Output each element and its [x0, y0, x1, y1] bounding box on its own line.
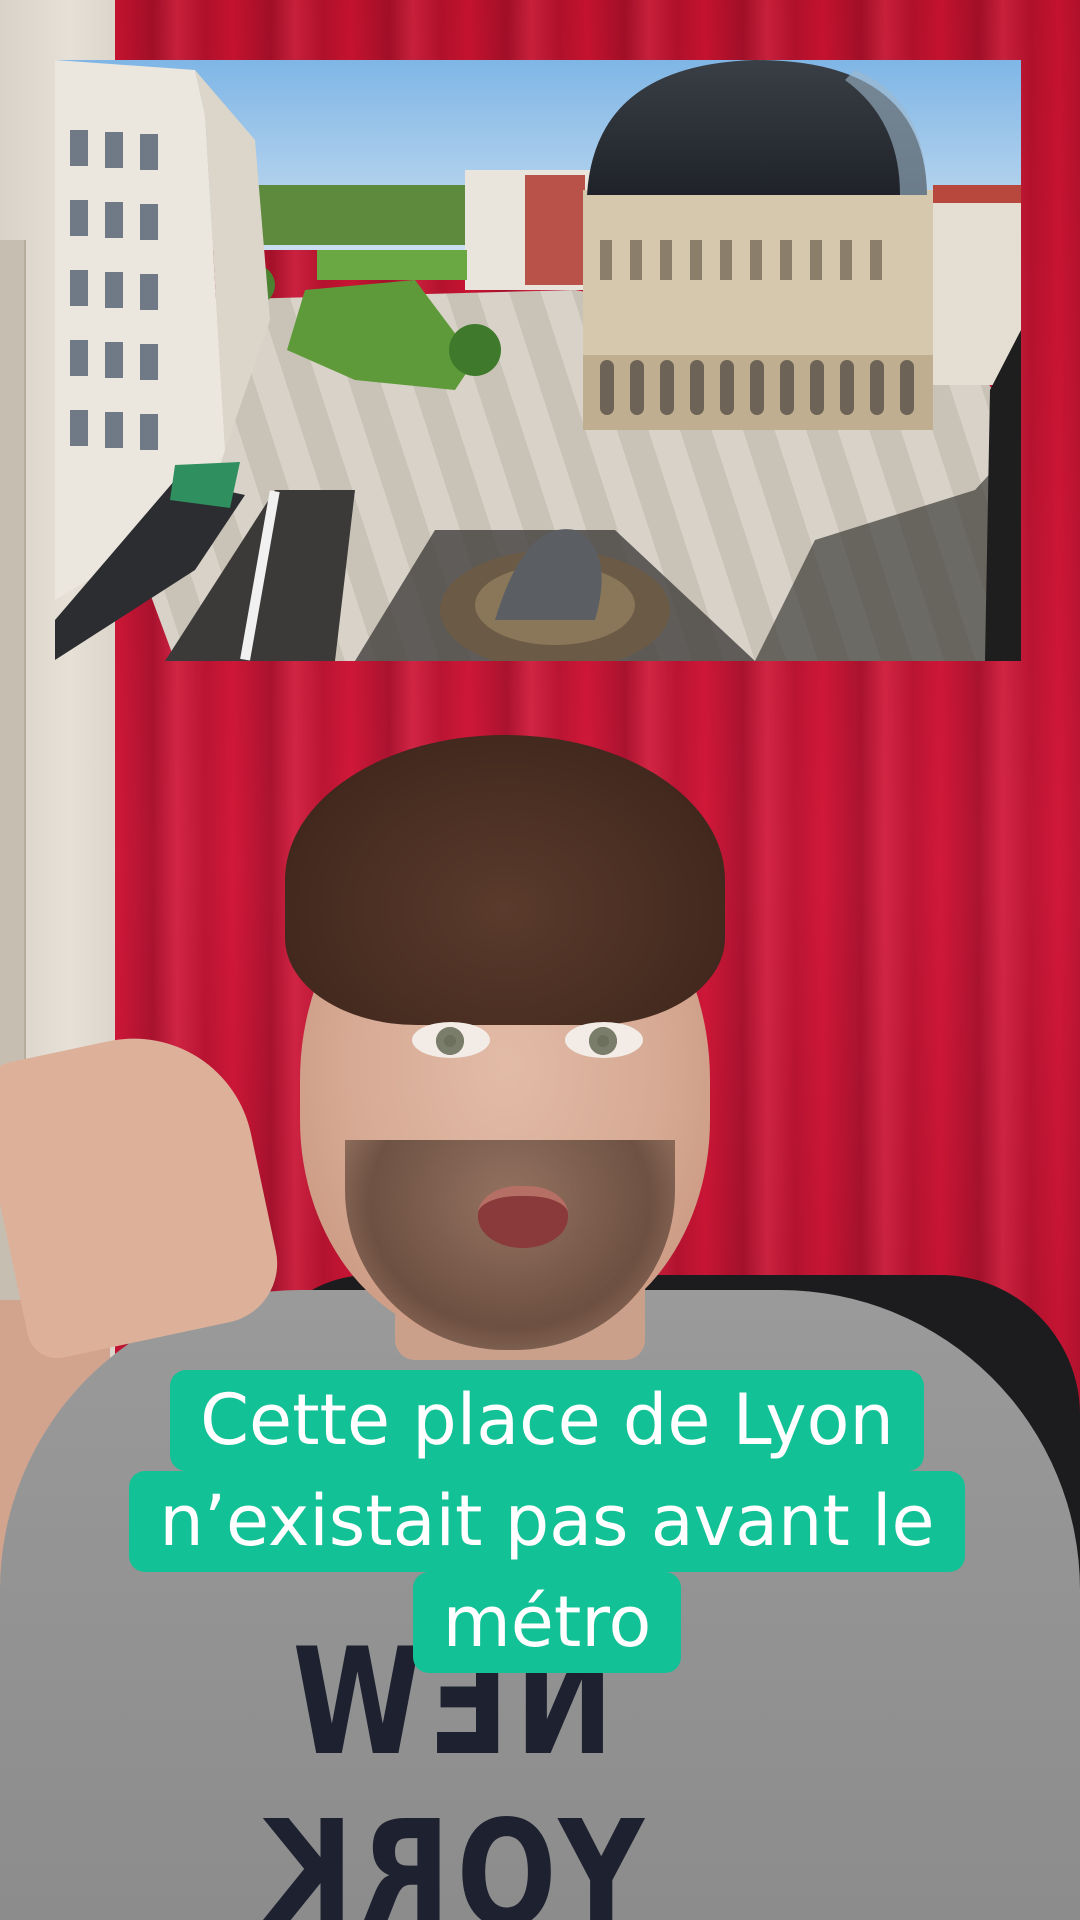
- caption: Cette place de Lyon n’existait pas avant…: [88, 1370, 1006, 1673]
- presenter-mouth: [478, 1186, 568, 1248]
- presenter-right-eye: [565, 1022, 643, 1058]
- presenter-left-eye: [412, 1022, 490, 1058]
- caption-line-1: Cette place de Lyon: [170, 1370, 924, 1471]
- inset-photo: [55, 60, 1021, 661]
- caption-line-3: métro: [412, 1572, 682, 1673]
- presenter-hair: [285, 735, 725, 1025]
- caption-line-2: n’existait pas avant le: [129, 1471, 965, 1572]
- square-photo-illustration: [55, 60, 1021, 661]
